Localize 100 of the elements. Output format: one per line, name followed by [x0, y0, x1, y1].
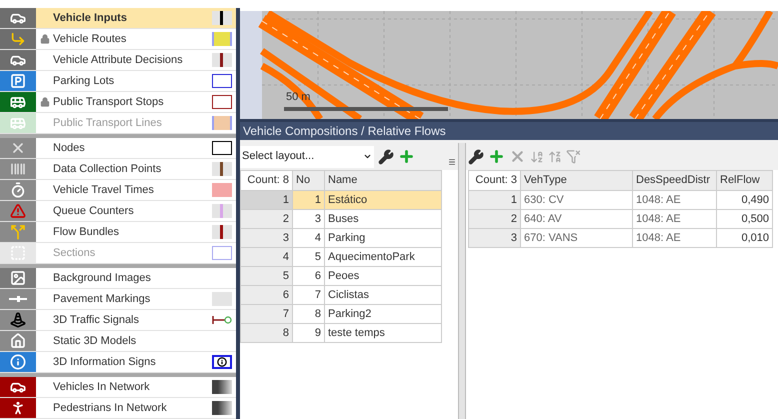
table-row[interactable]: 2 3 Buses: [240, 210, 442, 228]
layer-label: Vehicle Travel Times: [53, 182, 155, 198]
table-row[interactable]: 1 1 Estático: [240, 190, 442, 210]
panel-title: Vehicle Compositions / Relative Flows: [240, 122, 778, 140]
table-cell: AquecimentoPark: [324, 248, 442, 266]
column-header[interactable]: DesSpeedDistr: [632, 170, 716, 190]
layout-dropdown[interactable]: Select layout...: [240, 146, 374, 168]
layer-row[interactable]: Background Images: [0, 268, 236, 289]
table-cell: 3: [292, 210, 324, 228]
table-cell: 9: [292, 324, 324, 342]
row-number: 3: [468, 228, 520, 248]
table-cell: 0,500: [716, 210, 772, 228]
dashed-square-icon: [10, 245, 26, 261]
layer-row[interactable]: Vehicle Travel Times: [0, 180, 236, 201]
row-number: 8: [240, 324, 292, 342]
layer-row[interactable]: Vehicle Inputs: [0, 8, 236, 29]
row-number: 2: [240, 210, 292, 228]
row-number: 2: [468, 210, 520, 228]
table-row[interactable]: 1 630: CV 1048: AE 0,490: [468, 190, 772, 210]
table-row[interactable]: 7 8 Parking2: [240, 304, 442, 324]
stopwatch-icon: [10, 182, 26, 198]
route-arrow-icon: [10, 31, 26, 47]
table-cell: 640: AV: [520, 210, 632, 228]
column-header[interactable]: VehType: [520, 170, 632, 190]
layer-label: Vehicle Routes: [53, 32, 128, 47]
layer-label: Parking Lots: [53, 74, 116, 89]
layer-label: Queue Counters: [53, 204, 135, 219]
layer-label: Flow Bundles: [53, 224, 120, 240]
layer-label: 3D Traffic Signals: [53, 312, 140, 328]
layer-row[interactable]: Pedestrians In Network: [0, 398, 236, 419]
layer-row[interactable]: 3D Traffic Signals: [0, 310, 236, 331]
layer-row[interactable]: Vehicle Routes: [0, 29, 236, 50]
layer-row[interactable]: Static 3D Models: [0, 331, 236, 352]
layer-label: Public Transport Stops: [53, 94, 165, 110]
table-cell: 670: VANS: [520, 228, 632, 248]
scale-label: 50 m: [286, 90, 310, 105]
table-cell: Parking: [324, 228, 442, 248]
row-number: 4: [240, 248, 292, 266]
layer-label: Vehicles In Network: [53, 380, 151, 395]
table-row[interactable]: 3 670: VANS 1048: AE 0,010: [468, 228, 772, 248]
column-header[interactable]: Count: 3: [468, 170, 520, 190]
image-icon: [10, 270, 26, 286]
table-cell: 1048: AE: [632, 210, 716, 228]
info-icon: [10, 354, 26, 370]
layer-label: Vehicle Inputs: [53, 10, 128, 26]
table-row[interactable]: 2 640: AV 1048: AE 0,500: [468, 210, 772, 228]
table-cell: 0,490: [716, 190, 772, 210]
table-row[interactable]: 3 4 Parking: [240, 228, 442, 248]
parking-icon: [10, 73, 26, 89]
warning-sign-icon: [10, 203, 26, 219]
layer-row[interactable]: 3D Information Signs: [0, 352, 236, 373]
layer-row[interactable]: Flow Bundles: [0, 222, 236, 243]
layer-row[interactable]: Public Transport Stops: [0, 92, 236, 113]
bus-icon: [10, 115, 26, 131]
layer-label: Background Images: [53, 270, 152, 286]
table-row[interactable]: 8 9 teste temps: [240, 324, 442, 342]
table-row[interactable]: 6 7 Ciclistas: [240, 286, 442, 304]
table-cell: 4: [292, 228, 324, 248]
pedestrian-icon: [10, 400, 26, 416]
color-swatch: [212, 162, 232, 176]
layer-label: Vehicle Attribute Decisions: [53, 52, 184, 68]
column-header[interactable]: RelFlow: [716, 170, 772, 190]
column-header[interactable]: Count: 8: [240, 170, 292, 190]
layer-label: Static 3D Models: [53, 334, 138, 349]
fork-icon: [10, 224, 26, 240]
layer-row[interactable]: Vehicle Attribute Decisions: [0, 50, 236, 71]
row-number: 6: [240, 286, 292, 304]
color-swatch: [212, 204, 232, 218]
layer-row[interactable]: Nodes: [0, 138, 236, 159]
sort-descending-icon[interactable]: [548, 150, 562, 164]
bus-icon: [10, 94, 26, 110]
column-header[interactable]: No: [292, 170, 324, 190]
layer-label: Public Transport Lines: [53, 116, 163, 131]
caret-icon: [363, 152, 372, 161]
table-cell: 1048: AE: [632, 228, 716, 248]
layer-label: Data Collection Points: [53, 162, 162, 177]
table-cell: Peoes: [324, 266, 442, 286]
layer-row[interactable]: Queue Counters: [0, 201, 236, 222]
table-row[interactable]: 4 5 AquecimentoPark: [240, 248, 442, 266]
layer-label: Pedestrians In Network: [53, 400, 168, 416]
color-swatch: [212, 225, 232, 239]
table-cell: Ciclistas: [324, 286, 442, 304]
sort-ascending-icon[interactable]: [530, 150, 544, 164]
table-row[interactable]: 5 6 Peoes: [240, 266, 442, 286]
row-number: 5: [240, 266, 292, 286]
wrench-icon[interactable]: [378, 148, 394, 164]
delete-icon[interactable]: [509, 148, 526, 165]
column-header[interactable]: Name: [324, 170, 442, 190]
cross-icon: [10, 140, 26, 156]
layer-row[interactable]: Pavement Markings: [0, 289, 236, 310]
house-icon: [10, 333, 26, 349]
layer-row[interactable]: Data Collection Points: [0, 159, 236, 180]
row-number: 1: [240, 190, 292, 210]
filter-clear-icon[interactable]: [566, 149, 581, 164]
layer-row[interactable]: Parking Lots: [0, 71, 236, 92]
menu-icon[interactable]: [448, 158, 456, 166]
wrench-icon[interactable]: [468, 148, 484, 164]
road-network-map[interactable]: [240, 11, 778, 119]
table-cell: 0,010: [716, 228, 772, 248]
layer-row[interactable]: Vehicles In Network: [0, 377, 236, 398]
